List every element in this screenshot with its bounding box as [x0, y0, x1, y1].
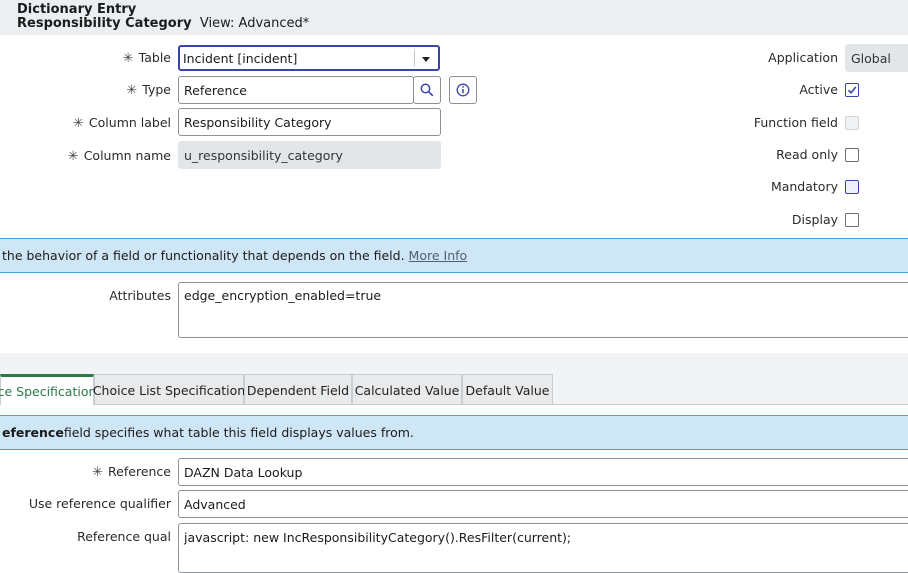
column-name-field: u_responsibility_category — [178, 141, 441, 169]
display-label: Display — [791, 212, 838, 227]
active-label: Active — [799, 82, 838, 97]
type-label: ✳ Type — [40, 82, 171, 98]
column-label-label: ✳ Column label — [40, 115, 171, 131]
column-name-label: ✳ Column name — [40, 148, 171, 164]
record-title: Responsibility Category View: Advanced* — [17, 16, 309, 31]
required-icon: ✳ — [92, 465, 104, 480]
read-only-checkbox[interactable] — [845, 148, 859, 162]
tab-choice-list-specification[interactable]: Choice List Specification — [92, 374, 246, 405]
table-select[interactable]: Incident [incident] — [178, 45, 440, 71]
reference-banner: eference field specifies what table this… — [0, 415, 908, 450]
lookup-button[interactable] — [413, 76, 441, 104]
read-only-label: Read only — [776, 147, 838, 162]
table-label-text: Table — [138, 50, 171, 65]
reference-qual-value: javascript: new IncResponsibilityCategor… — [184, 530, 572, 545]
column-label-input[interactable]: Responsibility Category — [178, 108, 441, 136]
more-info-link[interactable]: More Info — [409, 248, 468, 263]
info-icon — [456, 83, 470, 97]
mandatory-checkbox[interactable] — [845, 180, 859, 194]
view-name: View: Advanced* — [199, 16, 310, 31]
reference-banner-bold: eference — [2, 425, 64, 440]
use-reference-qualifier-label: Use reference qualifier — [28, 496, 171, 511]
tab-default-value[interactable]: Default Value — [462, 374, 553, 405]
select-divider — [414, 50, 415, 66]
attributes-textarea[interactable]: edge_encryption_enabled=true — [178, 282, 908, 338]
attributes-value: edge_encryption_enabled=true — [184, 288, 382, 303]
reference-value: DAZN Data Lookup — [184, 464, 303, 480]
column-label-value: Responsibility Category — [184, 114, 332, 130]
tab-label: Calculated Value — [354, 382, 460, 398]
application-value: Global — [851, 50, 891, 66]
record-name: Responsibility Category — [17, 16, 192, 31]
required-icon: ✳ — [67, 149, 79, 164]
tab-label: Choice List Specification — [92, 382, 246, 398]
column-name-value: u_responsibility_category — [184, 147, 343, 163]
function-field-label: Function field — [753, 115, 838, 130]
tab-label: ce Specification — [0, 383, 97, 399]
column-name-label-text: Column name — [83, 148, 171, 163]
tab-label: Dependent Field — [246, 382, 350, 398]
column-label-label-text: Column label — [88, 115, 171, 130]
tab-baseline — [94, 404, 908, 405]
table-value: Incident [incident] — [183, 50, 298, 66]
reference-banner-text: field specifies what table this field di… — [63, 425, 414, 440]
chevron-down-icon — [422, 57, 430, 62]
checkmark-icon — [847, 86, 857, 95]
required-icon: ✳ — [73, 116, 84, 131]
reference-label: ✳ Reference — [40, 464, 171, 480]
application-field: Global — [845, 44, 908, 72]
tab-reference-specification[interactable]: ce Specification — [0, 374, 97, 405]
reference-input[interactable]: DAZN Data Lookup — [178, 458, 908, 486]
attributes-label: Attributes — [109, 288, 171, 303]
reference-qual-label: Reference qual — [77, 529, 171, 544]
type-label-text: Type — [142, 82, 171, 97]
info-banner: the behavior of a field or functionality… — [0, 238, 908, 273]
tab-calculated-value[interactable]: Calculated Value — [352, 374, 462, 405]
type-input[interactable]: Reference — [178, 76, 414, 104]
use-reference-qualifier-select[interactable]: Advanced — [178, 490, 908, 518]
function-field-checkbox — [845, 116, 859, 130]
reference-qual-textarea[interactable]: javascript: new IncResponsibilityCategor… — [178, 523, 908, 573]
application-label: Application — [768, 50, 838, 65]
reference-info-button[interactable] — [449, 76, 477, 104]
table-label: ✳ Table — [40, 50, 171, 66]
info-banner-text: the behavior of a field or functionality… — [2, 248, 405, 263]
active-checkbox[interactable] — [845, 83, 859, 97]
type-value: Reference — [184, 82, 247, 98]
reference-label-text: Reference — [108, 464, 171, 479]
record-type-title: Dictionary Entry — [17, 2, 137, 17]
required-icon: ✳ — [122, 51, 134, 66]
search-icon — [420, 83, 434, 97]
mandatory-label: Mandatory — [770, 179, 838, 194]
use-reference-qualifier-value: Advanced — [184, 496, 246, 512]
tab-dependent-field[interactable]: Dependent Field — [244, 374, 352, 405]
display-checkbox[interactable] — [845, 213, 859, 227]
required-icon: ✳ — [126, 83, 138, 98]
tab-label: Default Value — [465, 382, 550, 398]
